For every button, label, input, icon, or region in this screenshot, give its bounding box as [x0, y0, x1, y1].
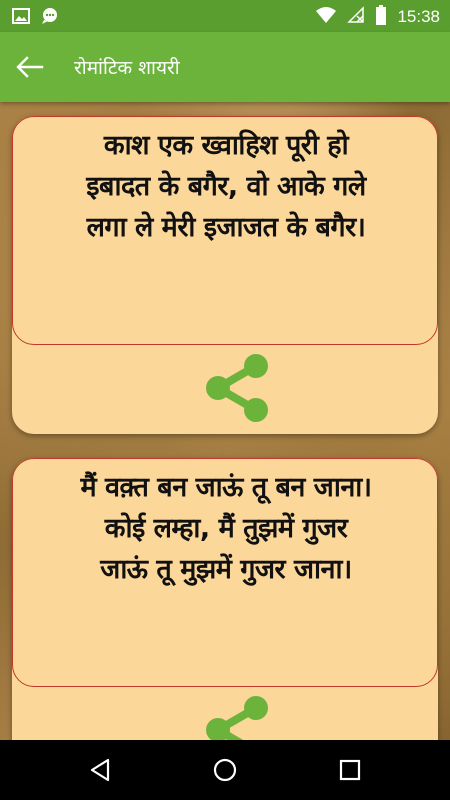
- wifi-icon: [315, 6, 337, 28]
- quote-text-box: मैं वक़्त बन जाऊं तू बन जाना। कोई लम्हा,…: [12, 458, 438, 687]
- share-icon[interactable]: [198, 694, 276, 740]
- quote-card: मैं वक़्त बन जाऊं तू बन जाना। कोई लम्हा,…: [12, 458, 438, 740]
- quote-text: काश एक ख्वाहिश पूरी हो इबादत के बगैर, वो…: [86, 130, 366, 243]
- quote-text-box: काश एक ख्वाहिश पूरी हो इबादत के बगैर, वो…: [12, 116, 438, 345]
- navigation-bar: [0, 740, 450, 800]
- quote-card: काश एक ख्वाहिश पूरी हो इबादत के बगैर, वो…: [12, 116, 438, 434]
- arrow-left-icon[interactable]: [14, 53, 46, 81]
- back-triangle-icon[interactable]: [86, 756, 114, 784]
- image-icon: [12, 7, 30, 29]
- recents-square-icon[interactable]: [336, 756, 364, 784]
- quote-list[interactable]: काश एक ख्वाहिश पूरी हो इबादत के बगैर, वो…: [0, 102, 450, 740]
- share-icon[interactable]: [198, 352, 276, 424]
- home-circle-icon[interactable]: [211, 756, 239, 784]
- app-bar: रोमांटिक शायरी: [0, 32, 450, 102]
- message-icon: [40, 7, 60, 29]
- battery-icon: [375, 5, 387, 29]
- quote-text: मैं वक़्त बन जाऊं तू बन जाना। कोई लम्हा,…: [80, 472, 372, 585]
- page-title: रोमांटिक शायरी: [74, 57, 180, 79]
- status-time: 15:38: [397, 7, 440, 26]
- status-bar: 15:38: [0, 0, 450, 32]
- no-signal-icon: [347, 6, 365, 28]
